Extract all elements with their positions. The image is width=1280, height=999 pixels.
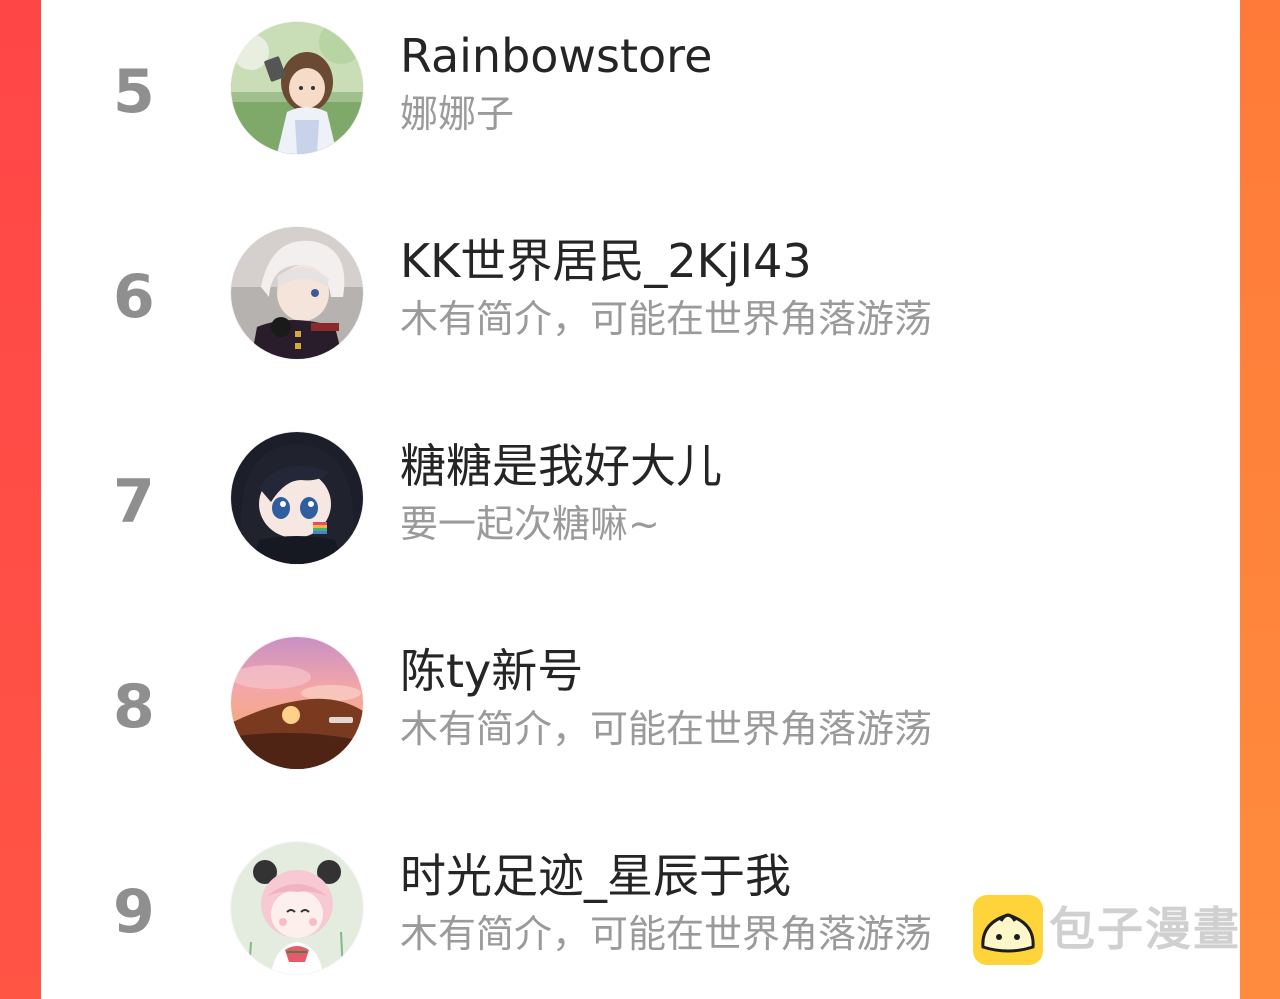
user-bio: 要一起次糖嘛~ <box>400 502 660 546</box>
user-bio: 木有简介，可能在世界角落游荡 <box>400 707 933 751</box>
user-bio: 木有简介，可能在世界角落游荡 <box>400 912 933 956</box>
user-name[interactable]: KK世界居民_2KjI43 <box>400 235 812 287</box>
user-avatar[interactable] <box>231 22 363 154</box>
ranking-row[interactable]: 6 KK世界居民_2KjI43 木有简介，可能在世界角落游荡 <box>41 205 1240 365</box>
rank-number: 9 <box>113 877 155 947</box>
avatar-girl-photo-icon <box>231 22 363 154</box>
bun-mascot-icon <box>973 895 1043 965</box>
user-bio: 娜娜子 <box>400 92 515 136</box>
rank-number: 5 <box>113 57 155 127</box>
user-name[interactable]: 陈ty新号 <box>400 645 583 697</box>
user-name[interactable]: 糖糖是我好大儿 <box>400 440 722 492</box>
watermark-text: 包子漫畫 <box>1049 902 1241 956</box>
ranking-row[interactable]: 8 陈ty新号 木有简介，可能在世界角落游荡 <box>41 615 1240 775</box>
user-bio: 木有简介，可能在世界角落游荡 <box>400 297 933 341</box>
left-accent-border <box>0 0 41 999</box>
user-avatar[interactable] <box>231 432 363 564</box>
user-name[interactable]: 时光足迹_星辰于我 <box>400 850 791 902</box>
avatar-sunset-icon <box>231 637 363 769</box>
user-avatar[interactable] <box>231 637 363 769</box>
avatar-pink-panda-girl-icon <box>231 842 363 974</box>
watermark: 包子漫畫 <box>973 893 1253 967</box>
rank-number: 8 <box>113 672 155 742</box>
user-name[interactable]: Rainbowstore <box>400 30 712 82</box>
rank-number: 6 <box>113 262 155 332</box>
avatar-dark-hair-chibi-icon <box>231 432 363 564</box>
avatar-white-hair-boy-icon <box>231 227 363 359</box>
user-avatar[interactable] <box>231 227 363 359</box>
ranking-row[interactable]: 7 糖糖是我好大儿 要一起次糖嘛~ <box>41 410 1240 570</box>
ranking-list-card: 5 Rainbowstore 娜娜子 6 KK世界居民_2KjI43 木有简介，… <box>41 0 1240 999</box>
right-accent-border <box>1240 0 1280 999</box>
rank-number: 7 <box>113 467 155 537</box>
user-avatar[interactable] <box>231 842 363 974</box>
ranking-row[interactable]: 5 Rainbowstore 娜娜子 <box>41 0 1240 160</box>
